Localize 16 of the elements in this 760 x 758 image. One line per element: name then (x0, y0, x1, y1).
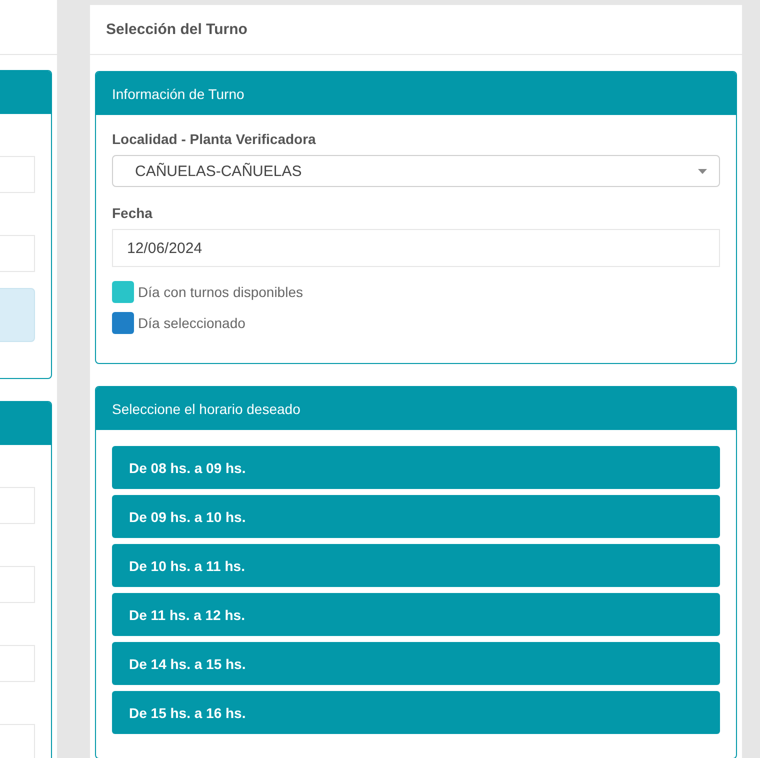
time-slot-button[interactable]: De 11 hs. a 12 hs. (112, 593, 720, 636)
time-slot-button[interactable]: De 14 hs. a 15 hs. (112, 642, 720, 685)
legend-label: Día seleccionado (138, 315, 246, 331)
time-slot-button[interactable]: De 15 hs. a 16 hs. (112, 691, 720, 734)
time-slot-button[interactable]: De 08 hs. a 09 hs. (112, 446, 720, 489)
legend-label: Día con turnos disponibles (138, 284, 303, 300)
date-field[interactable]: 12/06/2024 (112, 229, 720, 267)
panel-title: Información de Turno (96, 72, 736, 115)
caret-icon (698, 168, 707, 174)
panel-title: Seleccione el horario deseado (96, 387, 736, 430)
field-label: Fecha (112, 205, 154, 221)
location-select[interactable]: CAÑUELAS-CAÑUELAS (112, 155, 720, 187)
time-slot-button[interactable]: De 09 hs. a 10 hs. (112, 495, 720, 538)
time-slot-button[interactable]: De 10 hs. a 11 hs. (112, 544, 720, 587)
field-label: Localidad - Planta Verificadora (112, 131, 317, 147)
card-title: Selección del Turno (90, 5, 742, 55)
